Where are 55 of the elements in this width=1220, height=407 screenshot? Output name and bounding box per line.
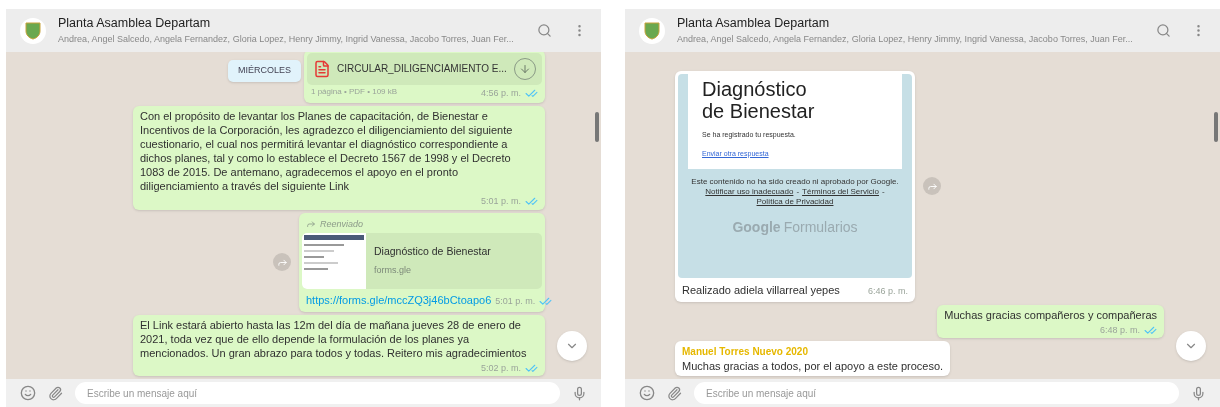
date-chip: MIÉRCOLES	[228, 60, 301, 82]
download-icon	[519, 62, 531, 75]
group-avatar[interactable]	[639, 17, 665, 44]
link-separator: -	[882, 187, 885, 197]
message-time: 5:01 p. m.	[495, 295, 536, 308]
message-time: 6:46 p. m.	[867, 285, 908, 298]
preview-domain: forms.gle	[374, 264, 412, 278]
message-text: Muchas gracias a todos, por el apoyo a este proceso.	[682, 359, 944, 373]
attach-icon[interactable]	[48, 385, 63, 401]
preview-title: Diagnóstico de Bienestar	[374, 244, 491, 260]
message-time: 5:02 p. m.	[480, 361, 521, 375]
footer-link[interactable]: Términos del Servicio	[802, 187, 879, 197]
forwarded-label: Reenviado	[320, 217, 364, 231]
image-caption: Realizado adiela villarreal yepes	[682, 283, 840, 298]
form-disclaimer: Este contenido no ha sido creado ni aprobado por Google.	[691, 177, 899, 187]
message-time: 4:56 p. m.	[480, 86, 521, 100]
chat-title: Planta Asamblea Departam	[58, 15, 212, 33]
pdf-icon	[313, 58, 331, 79]
forward-button[interactable]	[923, 177, 941, 196]
sender-name: Manuel Torres Nuevo 2020	[682, 345, 809, 359]
footer-link[interactable]: Notificar uso inadecuado	[705, 187, 794, 197]
chat-participants: Andrea, Angel Salcedo, Angela Fernandez, Gloria Lopez, Henry Jimmy, Ingrid Vanessa, Jacobo Torres, Juan Fer...	[58, 33, 514, 47]
forwarded-icon	[306, 219, 316, 230]
search-icon[interactable]	[1156, 23, 1171, 38]
message-input[interactable]: Escribe un mensaje aquí	[694, 382, 1179, 404]
form-title: Diagnóstico de Bienestar	[702, 78, 816, 122]
scrollbar-thumb	[595, 112, 599, 142]
chat-title: Planta Asamblea Departam	[677, 15, 831, 33]
attach-icon[interactable]	[667, 385, 682, 401]
chat-participants: Andrea, Angel Salcedo, Angela Fernandez, Gloria Lopez, Henry Jimmy, Ingrid Vanessa, Jacobo Torres, Juan Fer...	[677, 33, 1133, 47]
microphone-icon[interactable]	[1191, 385, 1206, 401]
footer-link[interactable]: Política de Privacidad	[756, 197, 834, 207]
message-text: Con el propósito de levantar los Planes de capacitación, de Bienestar e Incentivos de la Corporación, les agradezco el diligenciamiento del siguiente cuestionario, el cual nos permitirá levantar el diagnóstico correspondiente a dichos planes, tal y como lo establece el Decreto 1567 de 1998 y el Decreto 1083 de 2015. De antemano, agradecemos el apoyo en el pronto diligenciamiento a través del siguiente Link	[140, 109, 514, 193]
file-meta: 1 página • PDF • 109 kB	[311, 86, 398, 99]
shield-logo-icon	[644, 21, 660, 40]
shield-logo-icon	[25, 21, 41, 40]
emoji-icon[interactable]	[639, 385, 655, 401]
emoji-icon[interactable]	[20, 385, 36, 401]
link-separator: -	[796, 187, 800, 197]
message-time: 5:01 p. m.	[480, 195, 521, 208]
scroll-down-button[interactable]	[1176, 331, 1206, 361]
message-time: 6:48 p. m.	[1099, 323, 1140, 337]
message-input[interactable]: Escribe un mensaje aquí	[75, 382, 560, 404]
message-text: Muchas gracias compañeros y compañeras	[944, 307, 1157, 322]
scroll-down-button[interactable]	[557, 331, 587, 361]
search-icon[interactable]	[537, 23, 552, 38]
page-thumbnail	[302, 233, 366, 289]
microphone-icon[interactable]	[572, 385, 587, 401]
document-card[interactable]: CIRCULAR_DILIGENCIAMIENTO E...	[307, 52, 542, 85]
group-avatar[interactable]	[20, 17, 46, 44]
message-text: El Link estará abierto hasta las 12m del día de mañana jueves 28 de enero de 2021, toda vez que de ello depende la formulación de los planes ya mencionados. Un gran abrazo para todos y todas. Reitero mis agradecimientos	[140, 317, 528, 360]
file-name: CIRCULAR_DILIGENCIAMIENTO E...	[337, 62, 508, 76]
scrollbar-thumb	[1214, 112, 1218, 142]
forward-button[interactable]	[273, 253, 291, 271]
link-preview[interactable]: Diagnóstico de Bienestar forms.gle	[302, 233, 542, 289]
